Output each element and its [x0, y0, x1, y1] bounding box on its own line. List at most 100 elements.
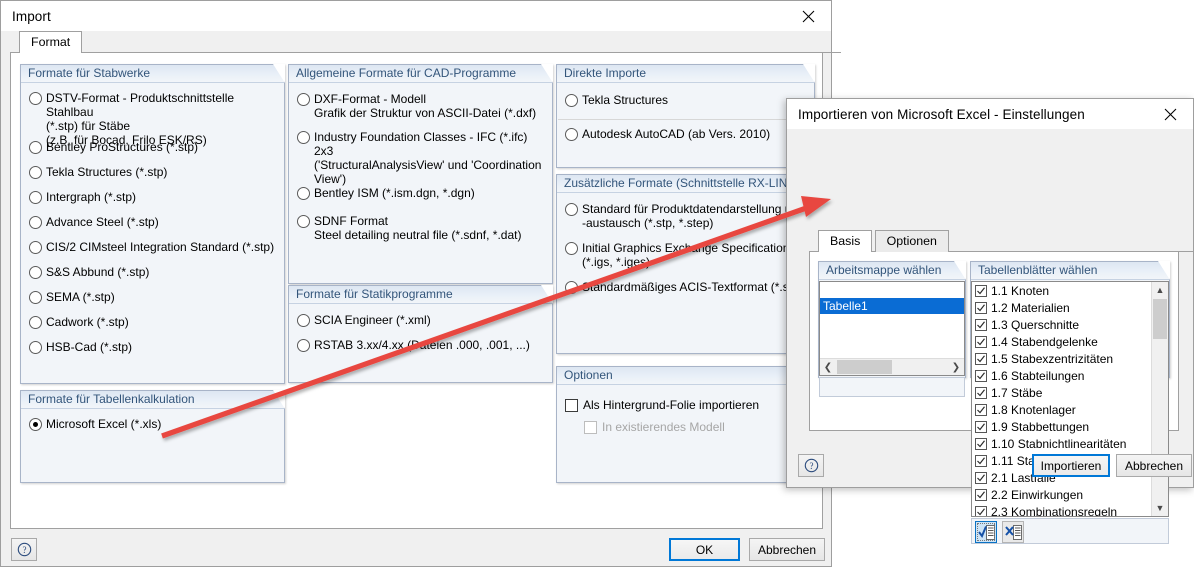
radio-hsb-cad[interactable]: HSB-Cad (*.stp)	[29, 340, 132, 354]
radio-indicator	[29, 166, 42, 179]
chevron-left-icon[interactable]: ❮	[820, 359, 836, 375]
check-icon	[977, 337, 985, 345]
chevron-down-icon[interactable]: ▼	[1152, 500, 1168, 516]
checkbox-indicator[interactable]	[975, 284, 987, 297]
radio-indicator	[29, 291, 42, 304]
radio-label: CIS/2 CIMsteel Integration Standard (*.s…	[46, 240, 275, 254]
importieren-button[interactable]: Importieren	[1032, 454, 1110, 477]
list-item[interactable]: 2.2 Einwirkungen	[972, 486, 1168, 503]
list-item[interactable]: 1.9 Stabbettungen	[972, 418, 1168, 435]
radio-intergraph[interactable]: Intergraph (*.stp)	[29, 190, 136, 204]
list-item[interactable]: 1.8 Knotenlager	[972, 401, 1168, 418]
check-icon	[977, 507, 985, 515]
list-item[interactable]: 1.6 Stabteilungen	[972, 367, 1168, 384]
checkbox-indicator[interactable]	[975, 301, 987, 314]
radio-indicator	[29, 341, 42, 354]
list-item[interactable]: 1.4 Stabendgelenke	[972, 333, 1168, 350]
checkbox-indicator[interactable]	[975, 488, 987, 501]
checkbox-indicator[interactable]	[975, 437, 987, 450]
excel-close-button[interactable]	[1147, 99, 1193, 129]
excel-settings-dialog: Importieren von Microsoft Excel - Einste…	[786, 98, 1194, 544]
list-item-label: 1.4 Stabendgelenke	[991, 334, 1098, 349]
radio-label: S&S Abbund (*.stp)	[46, 265, 150, 279]
radio-sdnf-format[interactable]: SDNF Format Steel detailing neutral file…	[297, 214, 547, 242]
workbook-hscrollbar[interactable]: ❮ ❯	[820, 358, 964, 375]
radio-microsoft-excel[interactable]: Microsoft Excel (*.xls)	[29, 417, 161, 431]
checkbox-indicator[interactable]	[975, 454, 987, 467]
excel-help-button[interactable]: ?	[798, 454, 824, 477]
radio-sema[interactable]: SEMA (*.stp)	[29, 290, 115, 304]
chevron-up-icon[interactable]: ▲	[1152, 282, 1168, 298]
group-direkte-importe: Direkte Importe Tekla Structures Autodes…	[556, 64, 815, 168]
radio-rstab[interactable]: RSTAB 3.xx/4.xx (Dateien .000, .001, ...…	[297, 338, 530, 352]
radio-advance-steel[interactable]: Advance Steel (*.stp)	[29, 215, 159, 229]
radio-tekla-structures-stp[interactable]: Tekla Structures (*.stp)	[29, 165, 167, 179]
sheets-checklist[interactable]: 1.1 Knoten 1.2 Materialien 1.3 Querschni…	[971, 281, 1169, 517]
hscroll-thumb[interactable]	[837, 360, 892, 374]
radio-label: RSTAB 3.xx/4.xx (Dateien .000, .001, ...…	[314, 338, 530, 352]
radio-tekla-structures-direct[interactable]: Tekla Structures	[565, 93, 668, 107]
excel-titlebar: Importieren von Microsoft Excel - Einste…	[787, 99, 1193, 129]
radio-cis2-cimsteel[interactable]: CIS/2 CIMsteel Integration Standard (*.s…	[29, 240, 274, 254]
checkbox-indicator[interactable]	[975, 386, 987, 399]
list-item[interactable]: 2.3 Kombinationsregeln	[972, 503, 1168, 516]
chevron-right-icon[interactable]: ❯	[948, 359, 964, 375]
ok-button[interactable]: OK	[669, 538, 740, 561]
deselect-all-icon[interactable]	[1002, 521, 1024, 543]
check-icon	[977, 286, 985, 294]
list-item-label: 1.6 Stabteilungen	[991, 368, 1085, 383]
radio-ifc[interactable]: Industry Foundation Classes - IFC (*.ifc…	[297, 130, 549, 186]
workbook-listbox[interactable]: Tabelle1 ❮ ❯	[819, 281, 965, 376]
radio-scia-engineer[interactable]: SCIA Engineer (*.xml)	[297, 313, 431, 327]
list-item[interactable]	[820, 282, 964, 298]
radio-iges[interactable]: Initial Graphics Exchange Specification …	[565, 241, 810, 269]
radio-acis-sat[interactable]: Standardmäßiges ACIS-Textformat (*.sat)	[565, 280, 803, 294]
checkbox-indicator[interactable]	[975, 403, 987, 416]
list-item[interactable]: 1.2 Materialien	[972, 299, 1168, 316]
excel-cancel-button[interactable]: Abbrechen	[1116, 454, 1192, 477]
list-item[interactable]: 1.7 Stäbe	[972, 384, 1168, 401]
radio-dstv-format[interactable]: DSTV-Format - Produktschnittstelle Stahl…	[29, 91, 279, 147]
list-item[interactable]: Tabelle1	[820, 298, 964, 314]
radio-ss-abbund[interactable]: S&S Abbund (*.stp)	[29, 265, 149, 279]
svg-text:?: ?	[809, 461, 813, 471]
check-icon	[977, 371, 985, 379]
radio-bentley-ism[interactable]: Bentley ISM (*.ism.dgn, *.dgn)	[297, 186, 475, 200]
checkbox-indicator[interactable]	[975, 420, 987, 433]
list-item-label: 1.5 Stabexzentrizitäten	[991, 351, 1114, 366]
checkbox-indicator[interactable]	[975, 352, 987, 365]
list-item[interactable]: 1.3 Querschnitte	[972, 316, 1168, 333]
checkbox-indicator[interactable]	[975, 505, 987, 516]
radio-bentley-prostructures[interactable]: Bentley ProStructures (*.stp)	[29, 140, 198, 154]
list-item[interactable]: 1.5 Stabexzentrizitäten	[972, 350, 1168, 367]
checkbox-als-hintergrund-folie[interactable]: Als Hintergrund-Folie importieren	[565, 398, 759, 412]
group-zusaetzliche-formate: Zusätzliche Formate (Schnittstelle RX-LI…	[556, 174, 815, 354]
import-titlebar: Import	[1, 1, 831, 31]
vscroll-thumb[interactable]	[1153, 299, 1167, 339]
radio-cadwork[interactable]: Cadwork (*.stp)	[29, 315, 129, 329]
radio-indicator	[565, 242, 578, 255]
checkbox-indicator[interactable]	[975, 369, 987, 382]
check-icon	[977, 405, 985, 413]
import-help-button[interactable]: ?	[11, 538, 37, 561]
checkbox-indicator[interactable]	[975, 471, 987, 484]
list-item-label: 1.9 Stabbettungen	[991, 419, 1090, 434]
checkbox-indicator[interactable]	[975, 318, 987, 331]
checkbox-indicator[interactable]	[975, 335, 987, 348]
tab-format[interactable]: Format	[19, 31, 83, 54]
check-icon	[977, 354, 985, 362]
cancel-button[interactable]: Abbrechen	[749, 538, 825, 561]
list-item-label: 1.10 Stabnichtlinearitäten	[991, 436, 1127, 451]
select-all-icon[interactable]	[975, 521, 997, 543]
list-item[interactable]: 1.10 Stabnichtlinearitäten	[972, 435, 1168, 452]
radio-autodesk-autocad[interactable]: Autodesk AutoCAD (ab Vers. 2010)	[565, 127, 770, 141]
tab-basis[interactable]: Basis	[818, 230, 873, 253]
radio-label: Initial Graphics Exchange Specification …	[582, 241, 790, 269]
sheets-vscrollbar[interactable]: ▲ ▼	[1151, 282, 1168, 516]
group-cad-formate: Allgemeine Formate für CAD-Programme DXF…	[288, 64, 553, 284]
radio-standard-produktdaten[interactable]: Standard für Produktdatendarstellung und…	[565, 202, 810, 230]
import-close-button[interactable]	[785, 1, 831, 31]
radio-dxf-format[interactable]: DXF-Format - Modell Grafik der Struktur …	[297, 92, 547, 120]
tab-optionen[interactable]: Optionen	[874, 230, 949, 252]
list-item[interactable]: 1.1 Knoten	[972, 282, 1168, 299]
